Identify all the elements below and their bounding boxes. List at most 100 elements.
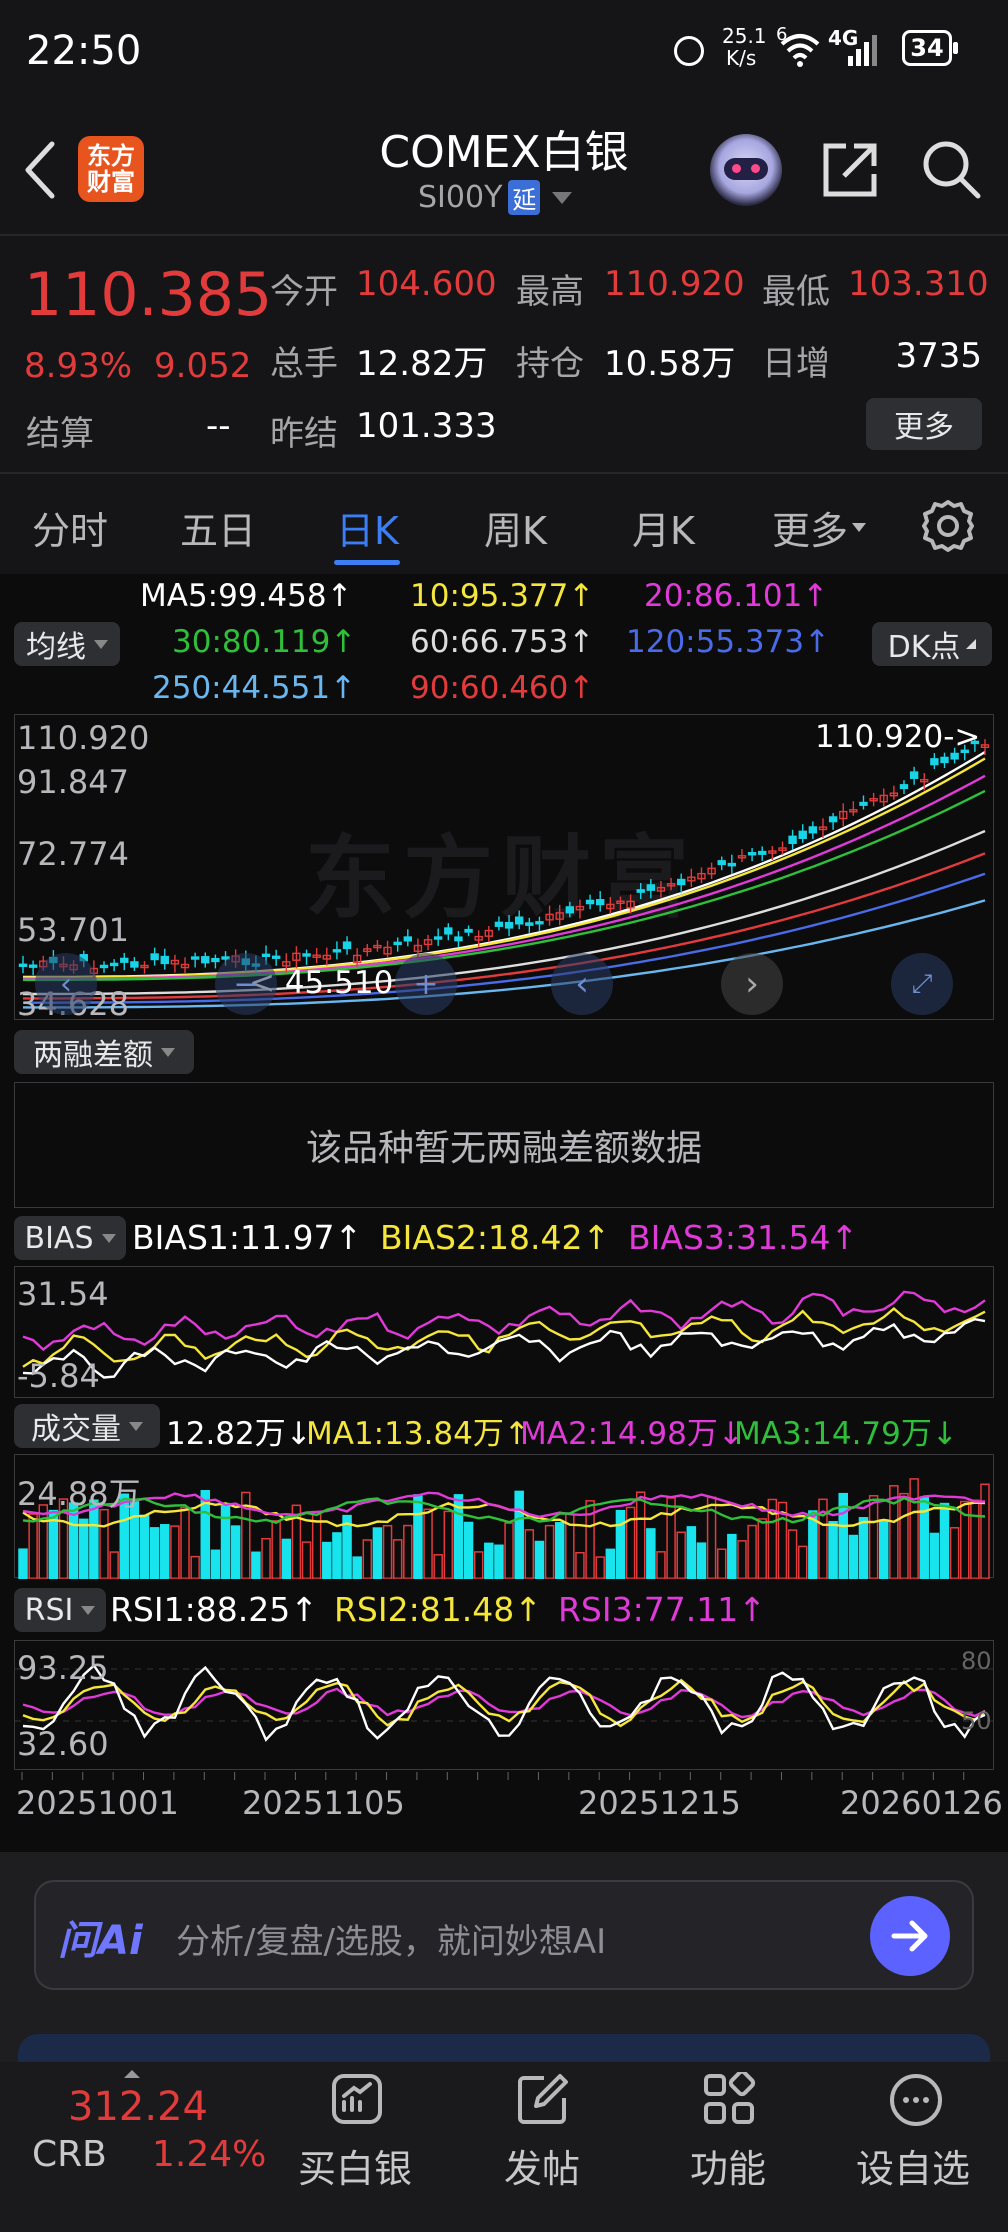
candle-body xyxy=(747,852,757,856)
caret-down-icon xyxy=(101,1233,116,1243)
volume-chart xyxy=(18,1478,990,1579)
volume-bar xyxy=(524,1529,535,1579)
tab-daily-k[interactable]: 日K xyxy=(336,500,399,555)
caret-down-icon xyxy=(129,1421,143,1431)
share-icon[interactable] xyxy=(820,140,880,200)
kline-panel[interactable]: 东方财富 110.920 91.847 72.774 53.701 34.628… xyxy=(14,714,994,1023)
chart-nav-left-button[interactable]: ‹ xyxy=(35,953,97,1015)
rsi3-value: RSI3:77.11↑ xyxy=(558,1590,766,1629)
volume-bar xyxy=(403,1524,413,1579)
candle-body xyxy=(261,953,271,958)
volume-bar xyxy=(899,1492,909,1579)
volume-bar xyxy=(716,1548,727,1579)
daily-increase-value: 3735 xyxy=(895,336,982,376)
volume-bar xyxy=(575,1551,585,1579)
ma30-value: 30:80.119↑ xyxy=(172,624,357,660)
corner-arrow-icon xyxy=(966,639,977,649)
volume-bar xyxy=(494,1544,504,1579)
minus-icon: − xyxy=(233,966,259,1002)
rsi-line-0 xyxy=(22,1687,986,1719)
rsi-ref-50: 50 xyxy=(961,1707,992,1735)
chart-zoom-in-button[interactable]: + xyxy=(395,953,457,1015)
open-value: 104.600 xyxy=(356,264,497,304)
crb-index[interactable]: 312.24 CRB 1.24% xyxy=(0,2062,270,2232)
volume-bar xyxy=(757,1518,767,1579)
more-dots-icon xyxy=(890,2074,942,2126)
rsi2-value: RSI2:81.48↑ xyxy=(334,1590,542,1629)
low-label: 最低 xyxy=(762,272,830,312)
chart-prev-button[interactable]: ‹ xyxy=(551,953,613,1015)
ma5-value: MA5:99.458↑ xyxy=(140,578,353,614)
nav-post[interactable]: 发帖 xyxy=(494,2062,594,2232)
chevron-left-icon: ‹ xyxy=(575,964,589,1004)
more-quote-button[interactable]: 更多 xyxy=(866,398,982,450)
tab-monthly-k[interactable]: 月K xyxy=(632,500,695,555)
nav-functions[interactable]: 功能 xyxy=(680,2062,780,2232)
chart-zoom-out-button[interactable]: − xyxy=(215,953,277,1015)
ma-line-3 xyxy=(23,789,986,982)
volume-bar xyxy=(28,1513,38,1579)
volume-ma2: MA2:14.98万↓ xyxy=(520,1416,744,1452)
wifi-icon xyxy=(780,34,820,67)
tab-weekly-k[interactable]: 周K xyxy=(484,500,547,555)
ma-selector[interactable]: 均线 xyxy=(14,622,120,666)
prev-settle-label: 昨结 xyxy=(270,414,338,454)
dk-point-toggle[interactable]: DK点 xyxy=(872,622,992,666)
volume-bar xyxy=(18,1548,28,1579)
tab-intraday[interactable]: 分时 xyxy=(32,500,108,555)
nav-add-watchlist[interactable]: 设自选 xyxy=(852,2062,982,2232)
margin-selector[interactable]: 两融差额 xyxy=(14,1030,194,1074)
volume-bar xyxy=(646,1528,656,1579)
bias-selector-label: BIAS xyxy=(24,1220,94,1256)
chevron-down-icon xyxy=(552,191,573,204)
settings-gear-icon[interactable] xyxy=(920,498,976,554)
ai-send-button[interactable] xyxy=(870,1896,950,1976)
ai-search-bar[interactable]: 问Ai 分析/复盘/选股，就问妙想AI xyxy=(34,1880,974,1990)
chart-next-button[interactable]: › xyxy=(721,953,783,1015)
volume-bar xyxy=(909,1478,919,1579)
volume-bar xyxy=(635,1491,646,1579)
volume-bar xyxy=(281,1538,292,1579)
status-icons: 25.1 K/s 6 4G 34 xyxy=(670,24,990,76)
robot-assistant-icon[interactable] xyxy=(710,134,782,206)
volume-bar xyxy=(271,1520,281,1579)
candle-body xyxy=(646,884,656,891)
high-value: 110.920 xyxy=(604,264,745,304)
chart-trend-icon xyxy=(332,2074,382,2124)
volume-panel[interactable]: 24.88万 xyxy=(14,1454,994,1579)
volume-bar xyxy=(696,1542,707,1579)
quote-divider xyxy=(0,472,1008,474)
ma90-value: 90:60.460↑ xyxy=(410,670,595,706)
date-label-3: 20251215 xyxy=(578,1784,741,1822)
rsi-selector[interactable]: RSI xyxy=(14,1588,106,1632)
bias-panel[interactable]: 31.54 -5.84 xyxy=(14,1266,994,1398)
bias-line-0 xyxy=(22,1290,986,1352)
volume-bar xyxy=(868,1495,879,1579)
low-value: 103.310 xyxy=(848,264,989,304)
nav-buy-silver[interactable]: 买白银 xyxy=(290,2062,422,2232)
nav-functions-label: 功能 xyxy=(690,2147,767,2191)
volume-selector-label: 成交量 xyxy=(31,1412,121,1447)
candle-body xyxy=(271,955,281,959)
volume-selector[interactable]: 成交量 xyxy=(14,1404,160,1448)
candle-body xyxy=(525,922,534,926)
volume-bar xyxy=(230,1525,241,1579)
chart-fullscreen-button[interactable]: ⤢ xyxy=(891,953,953,1015)
change-amount: 9.052 xyxy=(154,346,252,386)
search-icon[interactable] xyxy=(920,138,982,200)
contract-code-row[interactable]: SI00Y 延 xyxy=(418,180,573,215)
candle-body xyxy=(727,862,737,867)
bias-selector[interactable]: BIAS xyxy=(14,1216,126,1260)
rsi-panel[interactable]: 93.25 32.60 80 50 xyxy=(14,1640,995,1770)
date-label-1: 20251001 xyxy=(16,1784,179,1822)
tab-five-day[interactable]: 五日 xyxy=(180,500,256,555)
volume-bar xyxy=(109,1551,119,1579)
candle-body xyxy=(788,835,797,845)
battery-tip xyxy=(953,42,958,54)
rsi1-value: RSI1:88.25↑ xyxy=(110,1590,318,1629)
tab-more-label: 更多 xyxy=(772,509,849,553)
settle-label: 结算 xyxy=(26,414,94,454)
tab-more[interactable]: 更多 xyxy=(772,500,867,555)
volume-bar xyxy=(362,1539,373,1579)
volume-ma3: MA3:14.79万↓ xyxy=(734,1416,958,1452)
